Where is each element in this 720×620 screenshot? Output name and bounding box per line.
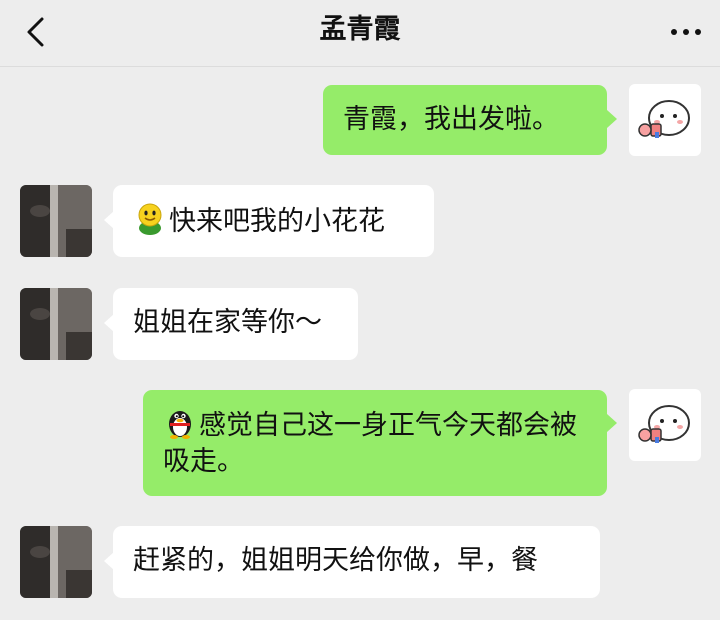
self-avatar[interactable]: [629, 84, 701, 156]
self-avatar[interactable]: [629, 389, 701, 461]
message-text: 感觉自己这一身正气今天都会被吸走。: [163, 410, 577, 477]
message-bubble-incoming[interactable]: 快来吧我的小花花: [113, 185, 434, 257]
contact-photo-avatar-icon: [20, 288, 92, 360]
bubble-tail: [607, 110, 617, 128]
message-text: 赶紧的，姐姐明天给你做，早，餐: [133, 545, 538, 576]
contact-avatar[interactable]: [20, 288, 92, 360]
chat-title: 孟青霞: [319, 14, 401, 45]
message-bubble-outgoing[interactable]: 感觉自己这一身正气今天都会被吸走。: [143, 390, 607, 496]
sticker-avatar-icon: [629, 84, 701, 156]
bubble-tail: [607, 414, 617, 432]
sticker-avatar-icon: [629, 389, 701, 461]
chat-header: 孟青霞: [0, 0, 720, 67]
message-bubble-incoming[interactable]: 姐姐在家等你～: [113, 288, 358, 360]
more-button[interactable]: [666, 14, 706, 50]
contact-avatar[interactable]: [20, 526, 92, 598]
qq-penguin-emoji: [169, 411, 191, 439]
more-dots-icon: [671, 29, 701, 35]
message-text: 姐姐在家等你～: [133, 307, 322, 338]
message-text: 青霞，我出发啦。: [343, 104, 559, 135]
contact-photo-avatar-icon: [20, 185, 92, 257]
contact-avatar[interactable]: [20, 185, 92, 257]
message-text: 快来吧我的小花花: [169, 206, 385, 237]
message-bubble-incoming[interactable]: 赶紧的，姐姐明天给你做，早，餐: [113, 526, 600, 598]
smiley-emoji: [138, 203, 162, 235]
contact-photo-avatar-icon: [20, 526, 92, 598]
message-bubble-outgoing[interactable]: 青霞，我出发啦。: [323, 85, 607, 155]
